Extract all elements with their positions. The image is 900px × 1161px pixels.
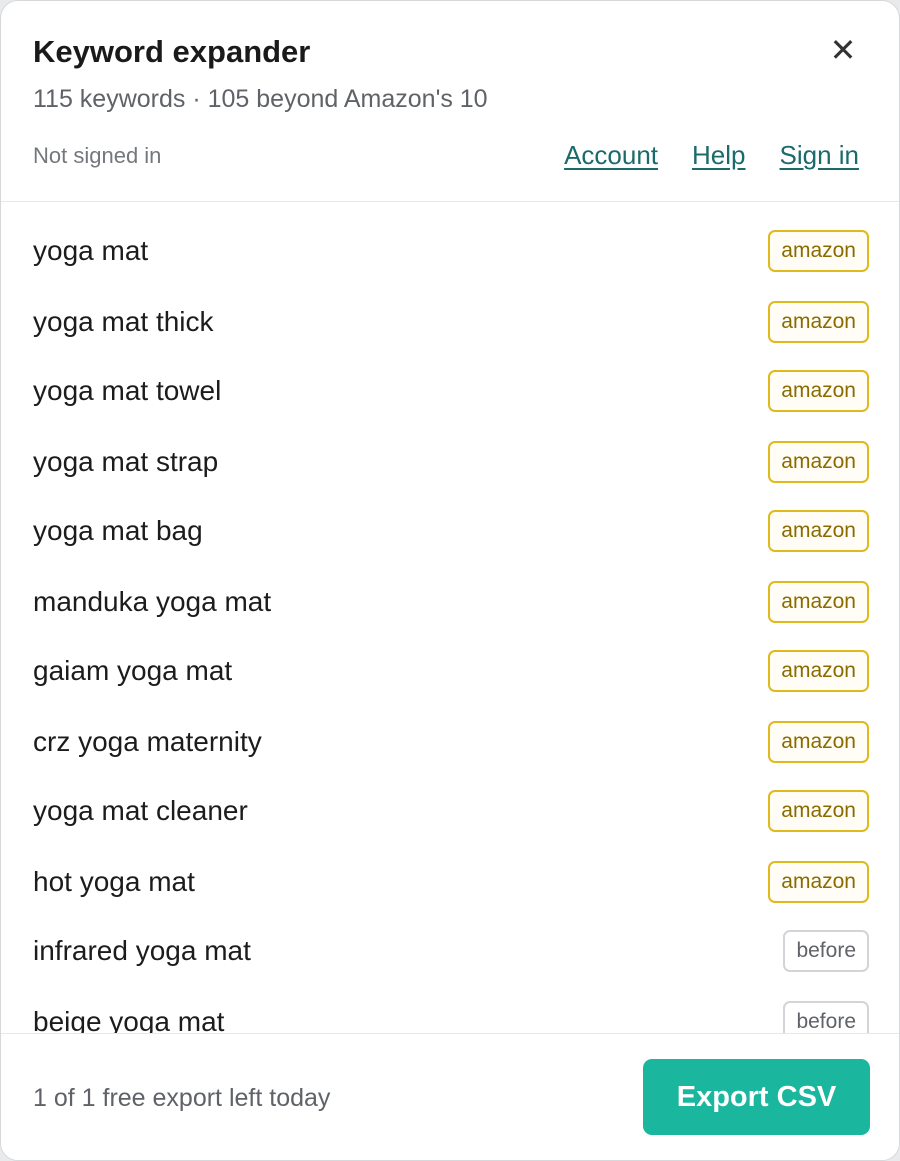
keyword-expander-panel: Keyword expander ✕ 115 keywords · 105 be… (0, 0, 900, 1161)
keyword-text: yoga mat bag (33, 515, 203, 546)
sign-in-status: Not signed in (33, 143, 162, 168)
keyword-count-summary: 115 keywords · 105 beyond Amazon's 10 (33, 85, 488, 113)
amazon-badge: amazon (768, 301, 869, 343)
amazon-badge: amazon (768, 790, 869, 832)
before-badge: before (783, 1001, 869, 1034)
keyword-row: crz yoga maternity amazon (1, 707, 899, 777)
amazon-badge: amazon (768, 861, 869, 903)
export-csv-button[interactable]: Export CSV (643, 1059, 870, 1135)
keyword-list[interactable]: yoga mat amazon yoga mat thick amazon yo… (1, 202, 899, 1034)
keyword-text: yoga mat (33, 235, 149, 266)
keyword-row: yoga mat strap amazon (1, 427, 899, 497)
keyword-text: hot yoga mat (33, 866, 195, 897)
keyword-row: infrared yoga mat before (1, 916, 899, 986)
keyword-row: yoga mat towel amazon (1, 356, 899, 426)
keyword-text: yoga mat thick (33, 306, 214, 337)
amazon-badge: amazon (768, 370, 869, 412)
amazon-badge: amazon (768, 441, 869, 483)
keyword-text: crz yoga maternity (33, 726, 262, 757)
panel-header: Keyword expander ✕ 115 keywords · 105 be… (1, 1, 899, 202)
close-icon[interactable]: ✕ (827, 31, 859, 69)
account-links: Account Help Sign in (564, 138, 859, 172)
keyword-row: yoga mat bag amazon (1, 496, 899, 566)
keyword-row: yoga mat cleaner amazon (1, 776, 899, 846)
amazon-badge: amazon (768, 581, 869, 623)
keyword-text: manduka yoga mat (33, 586, 272, 617)
keyword-text: gaiam yoga mat (33, 655, 233, 686)
keyword-row: gaiam yoga mat amazon (1, 636, 899, 706)
amazon-badge: amazon (768, 230, 869, 272)
amazon-badge: amazon (768, 510, 869, 552)
panel-footer: 1 of 1 free export left today Export CSV (1, 1033, 899, 1160)
keyword-row: beige yoga mat before (1, 987, 899, 1034)
keyword-text: yoga mat strap (33, 446, 219, 477)
keyword-text: yoga mat cleaner (33, 795, 248, 826)
panel-title: Keyword expander (33, 34, 311, 69)
keyword-text: beige yoga mat (33, 1006, 225, 1034)
keyword-row: hot yoga mat amazon (1, 847, 899, 917)
keyword-row: yoga mat thick amazon (1, 287, 899, 357)
help-link[interactable]: Help (692, 138, 745, 172)
amazon-badge: amazon (768, 650, 869, 692)
amazon-badge: amazon (768, 721, 869, 763)
sign-in-link[interactable]: Sign in (780, 138, 860, 172)
keyword-row: manduka yoga mat amazon (1, 567, 899, 637)
keyword-text: infrared yoga mat (33, 935, 251, 966)
account-link[interactable]: Account (564, 138, 658, 172)
before-badge: before (783, 930, 869, 972)
keyword-text: yoga mat towel (33, 375, 222, 406)
keyword-row: yoga mat amazon (1, 216, 899, 286)
export-quota-note: 1 of 1 free export left today (33, 1084, 331, 1112)
